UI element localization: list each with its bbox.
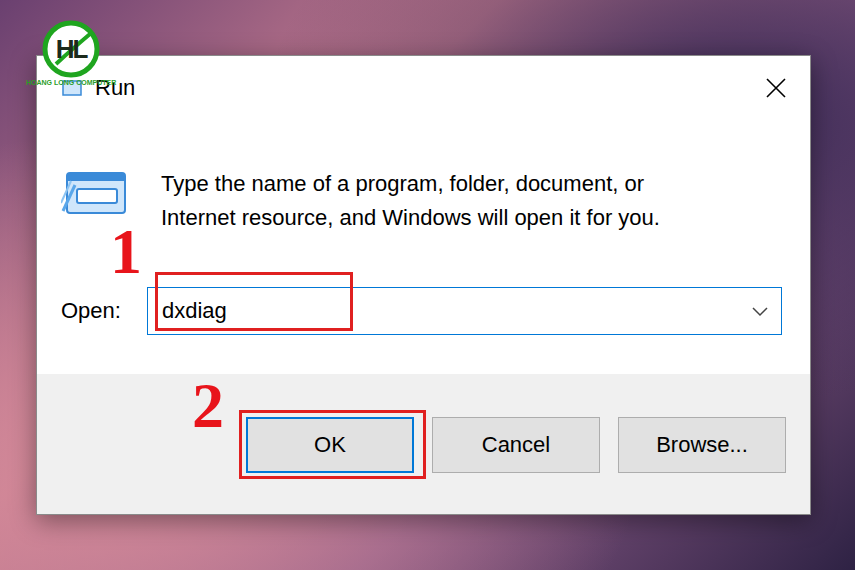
logo-mark: HL <box>56 34 87 65</box>
dialog-button[interactable]: OK <box>246 417 414 473</box>
logo-caption: HOANG LONG COMPUTER <box>26 79 116 86</box>
title-bar: Run <box>37 56 810 119</box>
description: Type the name of a program, folder, docu… <box>161 167 660 235</box>
desktop: Run Type the name of a program, folder, d… <box>0 0 855 570</box>
field-highlight <box>155 272 353 331</box>
info-row: Type the name of a program, folder, docu… <box>61 167 782 235</box>
description-line: Internet resource, and Windows will open… <box>161 201 660 235</box>
open-field[interactable]: dxdiag <box>147 287 782 335</box>
run-program-icon <box>61 167 129 219</box>
open-value: dxdiag <box>162 298 751 324</box>
run-dialog: Run Type the name of a program, folder, d… <box>36 55 811 515</box>
watermark-logo: HL HOANG LONG COMPUTER <box>26 20 116 86</box>
button-bar: OK Cancel Browse... <box>37 374 810 514</box>
open-label: Open: <box>61 298 121 324</box>
dialog-button[interactable]: Browse... <box>618 417 786 473</box>
open-row: Open: dxdiag <box>61 287 782 335</box>
ok-highlight <box>239 410 426 479</box>
step-marker: 1 <box>110 220 142 284</box>
close-icon[interactable] <box>764 76 788 100</box>
window-title: Run <box>95 75 752 101</box>
dialog-body: Type the name of a program, folder, docu… <box>37 119 810 374</box>
dropdown-chevron-icon[interactable] <box>751 305 769 317</box>
logo-badge: HL <box>42 20 100 78</box>
description-line: Type the name of a program, folder, docu… <box>161 167 660 201</box>
step-marker: 2 <box>192 374 224 438</box>
dialog-button[interactable]: Cancel <box>432 417 600 473</box>
